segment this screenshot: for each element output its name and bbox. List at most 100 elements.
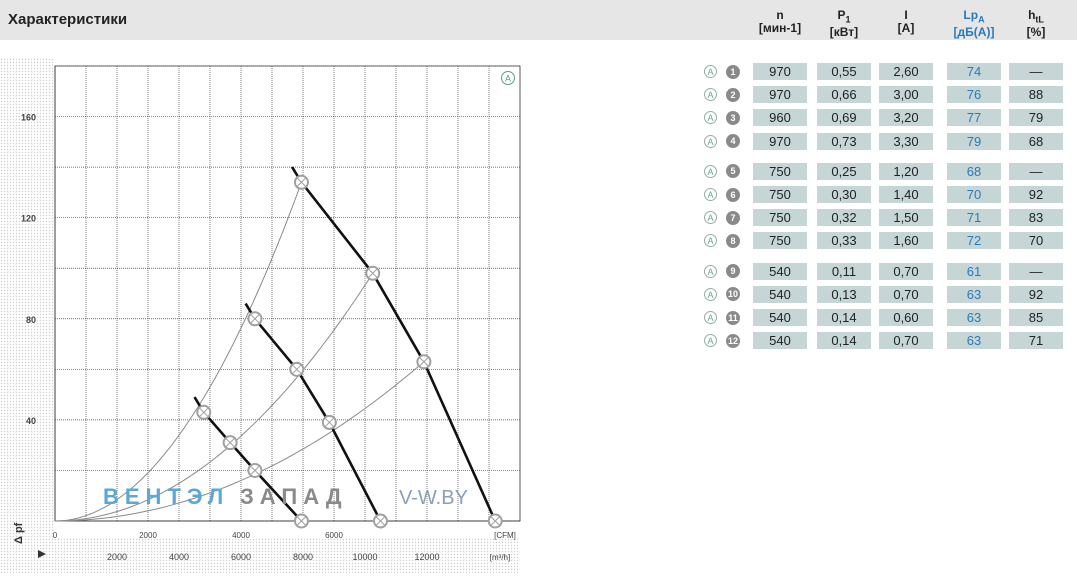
table-cell-i: 3,20	[879, 109, 933, 127]
table-cell-h: —	[1009, 262, 1063, 280]
table-cell-i: 1,60	[879, 232, 933, 250]
table-cell-p1: 0,25	[817, 162, 871, 180]
watermark-site: V-W.BY	[399, 487, 468, 509]
x-tick-label-cfm: 4000	[232, 531, 250, 540]
watermark-text-blue: ВЕНТЭЛ	[103, 484, 229, 509]
x-tick-label-cfm: 0	[53, 531, 58, 540]
operating-points	[196, 174, 503, 529]
table-cell-h: 92	[1009, 186, 1063, 203]
table-cell-lp: 70	[947, 186, 1001, 203]
table-cell-h: 71	[1009, 332, 1063, 350]
table-cell-n: 750	[753, 186, 807, 203]
table-cell-n: 750	[753, 232, 807, 250]
column-header-unit: [кВт]	[829, 25, 859, 40]
table-cell-n: 540	[753, 285, 807, 303]
page-title: Характеристики	[8, 11, 128, 28]
table-cell-i: 1,40	[879, 186, 933, 203]
x-axis-band	[0, 538, 520, 573]
table-cell-h: 83	[1009, 209, 1063, 227]
x-tick-label-m3h: 2000	[107, 552, 127, 562]
row-marker-a: A	[704, 111, 717, 125]
column-header-main: LpA	[963, 8, 985, 25]
table-cell-n: 970	[753, 132, 807, 150]
table-cell-lp: 77	[947, 109, 1001, 127]
table-cell-i: 3,00	[879, 86, 933, 104]
table-cell-h: 85	[1009, 309, 1063, 326]
fan-curve	[290, 166, 497, 522]
table-cell-p1: 0,73	[817, 132, 871, 150]
row-marker-a: A	[704, 188, 717, 201]
y-axis-label: Δ pf	[13, 522, 25, 544]
table-cell-p1: 0,11	[817, 262, 871, 280]
row-number-badge: 6	[726, 187, 740, 202]
table-cell-n: 970	[753, 86, 807, 104]
row-number-badge: 11	[726, 310, 740, 325]
y-tick-label: 80	[26, 315, 36, 325]
row-marker-a: A	[704, 65, 717, 78]
row-number-badge: 8	[726, 233, 740, 248]
column-header-subscript: tL	[1035, 14, 1044, 25]
y-tick-label: 40	[26, 416, 36, 426]
y-tick-label: 160	[21, 113, 36, 123]
x-tick-label-m3h: 10000	[352, 552, 377, 562]
table-cell-lp: 63	[947, 332, 1001, 350]
column-header: LpA [дБ(A)]	[939, 8, 1009, 40]
table-cell-n: 540	[753, 332, 807, 350]
plot-frame	[54, 65, 521, 522]
table-cell-p1: 0,14	[817, 309, 871, 326]
table-cell-lp: 79	[947, 132, 1001, 150]
column-header-main: htL	[1028, 8, 1044, 25]
table-cell-h: 68	[1009, 132, 1063, 150]
x-tick-label-cfm: 2000	[139, 531, 157, 540]
x-tick-label-m3h: 6000	[231, 552, 251, 562]
table-cell-i: 1,50	[879, 209, 933, 227]
table-cell-i: 0,70	[879, 262, 933, 280]
column-header-main: P1	[837, 8, 851, 25]
table-cell-lp: 72	[947, 232, 1001, 250]
row-number-badge: 3	[726, 110, 740, 125]
table-cell-h: —	[1009, 63, 1063, 80]
x-tick-label-cfm: 6000	[325, 531, 343, 540]
row-marker-a: A	[704, 334, 717, 348]
table-cell-n: 540	[753, 309, 807, 326]
row-number-badge: 5	[726, 164, 740, 179]
table-cell-n: 960	[753, 109, 807, 127]
row-number-badge: 10	[726, 287, 740, 302]
table-cell-i: 0,70	[879, 285, 933, 303]
table-cell-n: 970	[753, 63, 807, 80]
x-tick-label-m3h: 8000	[293, 552, 313, 562]
table-cell-h: 79	[1009, 109, 1063, 127]
row-number-badge: 4	[726, 134, 740, 149]
column-header-unit: [мин-1]	[758, 21, 802, 35]
table-cell-p1: 0,69	[817, 109, 871, 127]
row-number-badge: 1	[726, 64, 740, 79]
column-header-unit: [дБ(A)]	[953, 25, 995, 40]
table-cell-lp: 76	[947, 86, 1001, 104]
column-header: I [A]	[871, 9, 941, 35]
table-cell-p1: 0,32	[817, 209, 871, 227]
table-cell-p1: 0,33	[817, 232, 871, 250]
table-cell-p1: 0,30	[817, 186, 871, 203]
row-number-badge: 2	[726, 87, 740, 102]
table-cell-h: 70	[1009, 232, 1063, 250]
corner-marker-label: A	[505, 74, 511, 84]
row-number-badge: 7	[726, 210, 740, 225]
row-marker-a: A	[704, 311, 717, 324]
watermark-text-gray: ЗАПАД	[240, 484, 348, 509]
row-marker-a: A	[704, 234, 717, 248]
y-tick-label: 120	[21, 214, 36, 224]
table-cell-lp: 63	[947, 309, 1001, 326]
row-number-badge: 9	[726, 264, 740, 279]
table-cell-n: 540	[753, 262, 807, 280]
x-unit-m3h: [m³/h]	[490, 553, 510, 562]
fan-curves	[193, 166, 497, 522]
table-cell-i: 0,70	[879, 332, 933, 350]
table-cell-p1: 0,14	[817, 332, 871, 350]
x-tick-label-m3h: 12000	[414, 552, 439, 562]
table-cell-i: 3,30	[879, 132, 933, 150]
column-header-unit: [%]	[1026, 25, 1046, 40]
row-marker-a: A	[704, 164, 717, 178]
table-cell-p1: 0,13	[817, 285, 871, 303]
table-cell-i: 0,60	[879, 309, 933, 326]
table-cell-lp: 71	[947, 209, 1001, 227]
